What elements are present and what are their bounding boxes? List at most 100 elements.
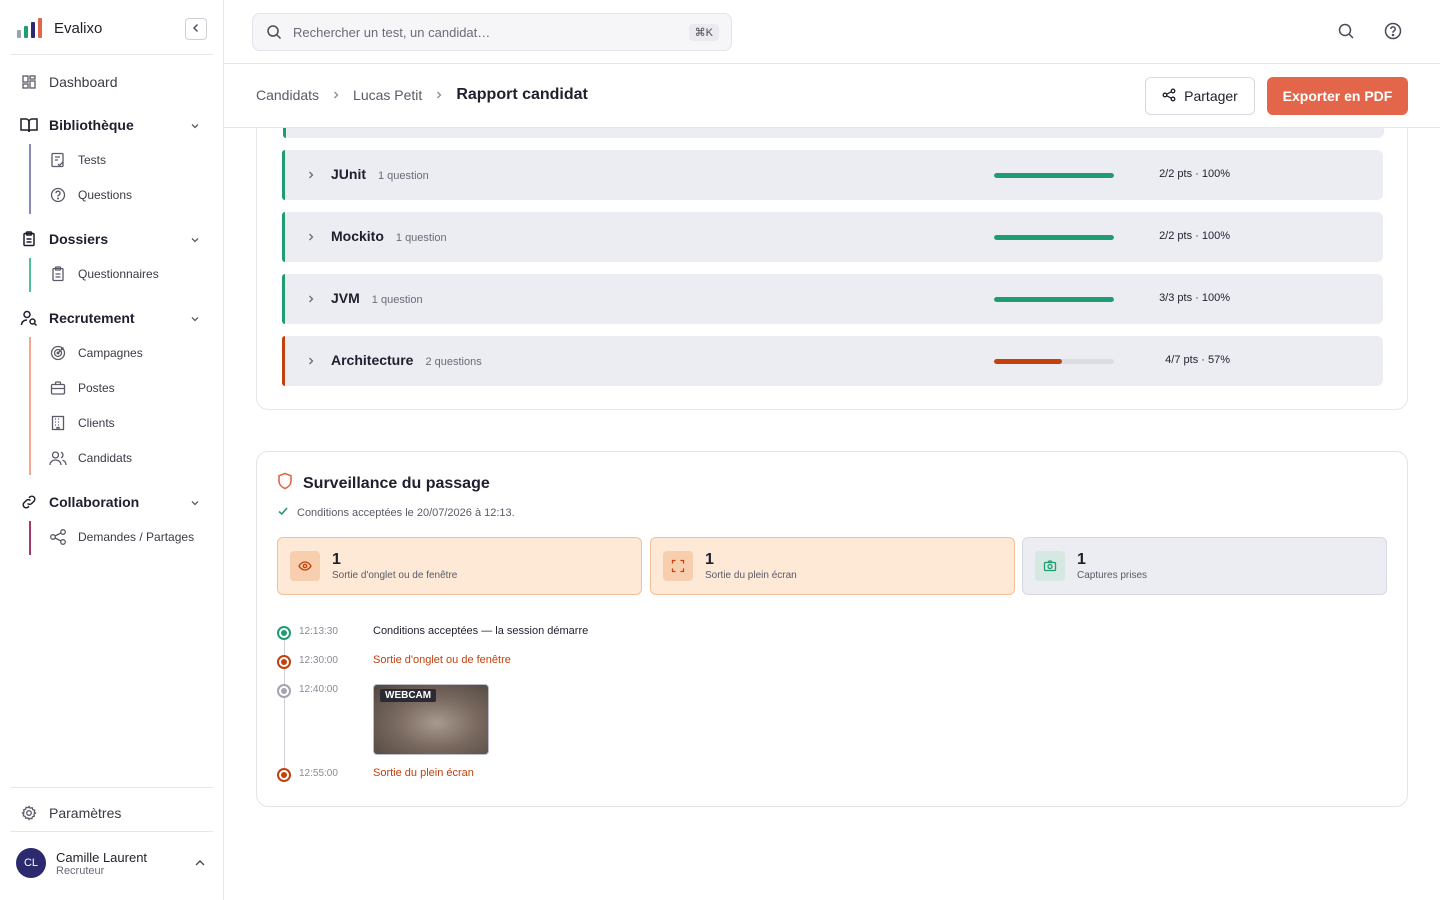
surveillance-title: Surveillance du passage — [277, 472, 490, 495]
stat-fullscreen-exits: 1 Sortie du plein écran — [650, 537, 1015, 595]
surveillance-title-text: Surveillance du passage — [303, 474, 490, 492]
share-label: Partager — [1184, 88, 1238, 104]
webcam-capture-thumbnail[interactable]: WEBCAM — [373, 684, 489, 755]
sidebar-item-label: Questionnaires — [78, 267, 159, 281]
stat-label: Captures prises — [1077, 570, 1148, 581]
timeline-time: 12:40:00 — [299, 684, 338, 695]
timeline-time: 12:55:00 — [299, 768, 338, 779]
check-icon — [277, 505, 289, 520]
sidebar-item-label: Campagnes — [78, 346, 143, 360]
nav-bibliotheque-label: Bibliothèque — [49, 117, 134, 133]
stat-label: Sortie du plein écran — [705, 570, 797, 581]
timeline-text: Conditions acceptées — la session démarr… — [373, 625, 589, 637]
building-icon — [49, 414, 67, 432]
conditions-text: Conditions acceptées le 20/07/2026 à 12:… — [297, 506, 515, 519]
timeline-dot — [277, 768, 291, 782]
category-score: 2/2 pts · 100% — [1159, 230, 1230, 242]
timeline-text: Sortie d'onglet ou de fenêtre — [373, 654, 511, 666]
category-row[interactable]: JVM 1 question 3/3 pts · 100% — [282, 274, 1383, 324]
sidebar-item-questionnaires[interactable]: Questionnaires — [49, 265, 159, 283]
timeline-dot — [277, 684, 291, 698]
category-question-count: 1 question — [395, 232, 447, 244]
chevron-up-icon[interactable] — [193, 856, 207, 875]
sidebar-item-questions[interactable]: Questions — [49, 186, 132, 204]
category-question-count: 2 questions — [425, 356, 482, 368]
fullscreen-icon — [663, 551, 693, 581]
category-accent — [282, 336, 285, 386]
breadcrumb-candidats[interactable]: Candidats — [256, 87, 319, 103]
timeline-time: 12:30:00 — [299, 655, 338, 666]
user-menu[interactable]: CL Camille Laurent Recruteur — [16, 848, 147, 878]
category-name: JUnit — [331, 166, 366, 182]
category-progress-fill — [994, 297, 1114, 302]
category-row[interactable]: JUnit 1 question 2/2 pts · 100% — [282, 150, 1383, 200]
breadcrumb: Candidats Lucas Petit Rapport candidat — [256, 86, 588, 104]
chevron-right-icon — [306, 291, 316, 309]
sidebar-item-candidats[interactable]: Candidats — [49, 449, 132, 467]
sidebar-item-label: Demandes / Partages — [78, 530, 195, 544]
chevron-right-icon — [434, 87, 444, 103]
stat-label: Sortie d'onglet ou de fenêtre — [332, 570, 458, 581]
sidebar-item-label: Candidats — [78, 451, 133, 465]
chevron-left-icon — [191, 20, 201, 38]
brand-name: Evalixo — [54, 19, 103, 37]
nav-dashboard[interactable]: Dashboard — [20, 73, 118, 91]
test-list-icon — [49, 151, 67, 169]
sidebar-item-demandes-partages[interactable]: Demandes / Partages — [49, 528, 194, 546]
search-icon[interactable] — [1337, 22, 1357, 42]
chevron-right-icon — [306, 229, 316, 247]
avatar: CL — [16, 848, 46, 878]
target-icon — [49, 344, 67, 362]
breadcrumb-candidate[interactable]: Lucas Petit — [353, 87, 422, 103]
brand[interactable]: Evalixo — [16, 16, 102, 40]
category-question-count: 1 question — [378, 170, 429, 182]
page-header: Candidats Lucas Petit Rapport candidat P… — [224, 64, 1440, 128]
camera-icon — [1035, 551, 1065, 581]
help-icon[interactable] — [1384, 22, 1404, 42]
nav-recrutement[interactable]: Recrutement — [20, 309, 199, 327]
divider — [10, 831, 213, 832]
category-row[interactable]: Mockito 1 question 2/2 pts · 100% — [282, 212, 1383, 262]
nav-bibliotheque[interactable]: Bibliothèque — [20, 116, 199, 134]
sidebar-item-campagnes[interactable]: Campagnes — [49, 344, 143, 362]
conditions-accepted: Conditions acceptées le 20/07/2026 à 12:… — [277, 505, 515, 520]
surveillance-card: Surveillance du passage Conditions accep… — [256, 451, 1408, 807]
timeline-time: 12:13:30 — [299, 626, 338, 637]
sidebar-item-tests[interactable]: Tests — [49, 151, 106, 169]
logo-icon — [16, 16, 44, 40]
chevron-down-icon — [190, 232, 200, 248]
timeline-text: Sortie du plein écran — [373, 767, 474, 779]
search-input[interactable]: Rechercher un test, un candidat… ⌘K — [252, 13, 732, 51]
share-icon — [1162, 88, 1176, 105]
stat-tab-exits: 1 Sortie d'onglet ou de fenêtre — [277, 537, 642, 595]
stat-captures: 1 Captures prises — [1022, 537, 1387, 595]
category-progress-fill — [994, 173, 1114, 178]
search-icon — [265, 23, 283, 41]
category-progress-fill — [994, 235, 1114, 240]
recrutement-group-line — [29, 337, 31, 475]
help-circle-icon — [49, 186, 67, 204]
share-button[interactable]: Partager — [1145, 77, 1255, 115]
webcam-tag: WEBCAM — [380, 689, 437, 702]
collapse-sidebar-button[interactable] — [185, 18, 207, 40]
category-title: JVM 1 question — [331, 290, 423, 306]
nav-recrutement-label: Recrutement — [49, 310, 135, 326]
nav-dossiers[interactable]: Dossiers — [20, 230, 199, 248]
search-placeholder: Rechercher un test, un candidat… — [293, 24, 491, 40]
share-icon — [49, 528, 67, 546]
category-score: 3/3 pts · 100% — [1159, 292, 1230, 304]
chevron-down-icon — [190, 118, 200, 134]
category-question-count: 1 question — [371, 294, 423, 306]
nav-collaboration[interactable]: Collaboration — [20, 493, 199, 511]
category-progress-fill — [994, 359, 1063, 364]
user-role: Recruteur — [56, 864, 105, 877]
timeline-dot — [277, 655, 291, 669]
nav-parametres[interactable]: Paramètres — [20, 804, 121, 822]
collaboration-group-line — [29, 521, 31, 555]
category-progress-bar — [994, 235, 1114, 240]
sidebar-item-clients[interactable]: Clients — [49, 414, 115, 432]
stat-value: 1 — [705, 551, 714, 568]
sidebar-item-postes[interactable]: Postes — [49, 379, 115, 397]
category-row[interactable]: Architecture 2 questions 4/7 pts · 57% — [282, 336, 1383, 386]
export-pdf-button[interactable]: Exporter en PDF — [1267, 77, 1408, 115]
